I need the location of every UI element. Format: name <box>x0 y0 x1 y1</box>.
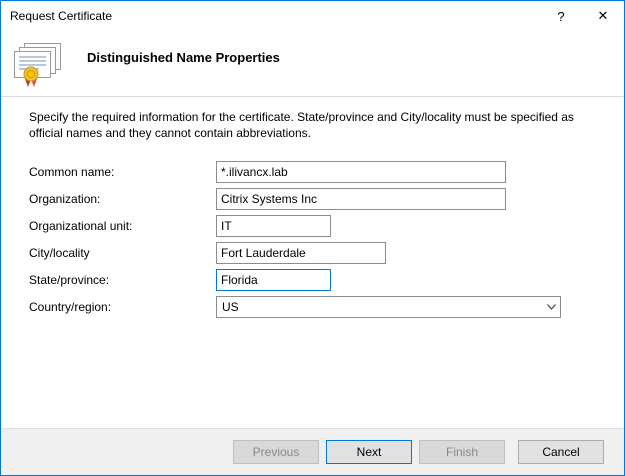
country-region-select[interactable]: US <box>216 296 561 318</box>
window-controls: ? ✕ <box>540 1 624 31</box>
country-region-value: US <box>217 300 542 314</box>
wizard-header: Distinguished Name Properties <box>1 31 624 97</box>
previous-button: Previous <box>233 440 319 464</box>
city-locality-label: City/locality <box>29 246 216 260</box>
certificates-icon <box>13 42 67 88</box>
common-name-label: Common name: <box>29 165 216 179</box>
cancel-button[interactable]: Cancel <box>518 440 604 464</box>
page-title: Distinguished Name Properties <box>87 50 280 65</box>
organizational-unit-row: Organizational unit: <box>29 215 596 237</box>
next-button[interactable]: Next <box>326 440 412 464</box>
organization-label: Organization: <box>29 192 216 206</box>
organization-row: Organization: <box>29 188 596 210</box>
city-locality-row: City/locality <box>29 242 596 264</box>
organizational-unit-label: Organizational unit: <box>29 219 216 233</box>
organization-input[interactable] <box>216 188 506 210</box>
country-region-row: Country/region: US <box>29 296 596 318</box>
organizational-unit-input[interactable] <box>216 215 331 237</box>
country-region-label: Country/region: <box>29 300 216 314</box>
window-title: Request Certificate <box>10 9 112 23</box>
close-button[interactable]: ✕ <box>582 1 624 31</box>
help-button[interactable]: ? <box>540 1 582 31</box>
title-bar: Request Certificate ? ✕ <box>1 1 624 31</box>
button-bar: Previous Next Finish Cancel <box>1 428 624 475</box>
request-certificate-dialog: Request Certificate ? ✕ Distinguished Na… <box>0 0 625 476</box>
common-name-row: Common name: <box>29 161 596 183</box>
common-name-input[interactable] <box>216 161 506 183</box>
state-province-label: State/province: <box>29 273 216 287</box>
state-province-input[interactable] <box>216 269 331 291</box>
city-locality-input[interactable] <box>216 242 386 264</box>
instructions-text: Specify the required information for the… <box>29 110 596 141</box>
wizard-body: Specify the required information for the… <box>1 97 624 428</box>
distinguished-name-form: Common name: Organization: Organizationa… <box>29 161 596 318</box>
chevron-down-icon <box>542 297 560 317</box>
finish-button: Finish <box>419 440 505 464</box>
state-province-row: State/province: <box>29 269 596 291</box>
